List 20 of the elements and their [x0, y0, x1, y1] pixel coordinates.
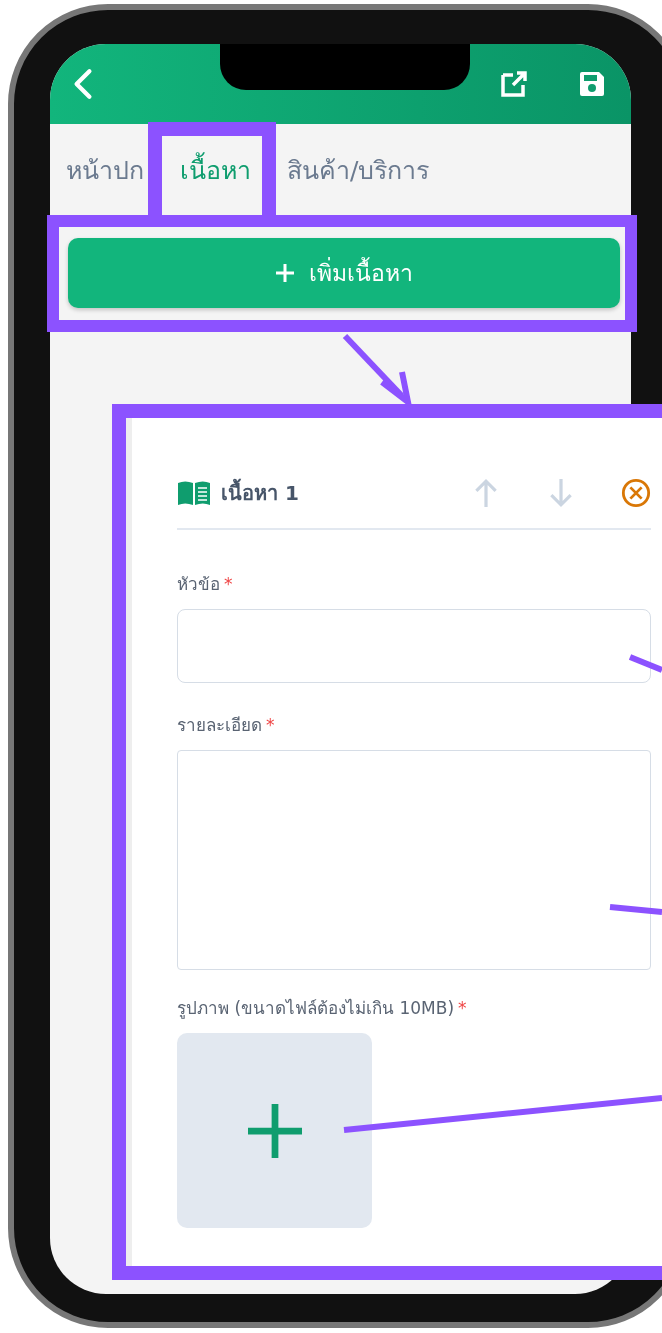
book-icon — [177, 480, 211, 506]
title-input-field[interactable] — [177, 609, 651, 683]
external-link-icon[interactable] — [499, 69, 529, 99]
close-icon[interactable] — [621, 478, 651, 508]
tab[interactable]: สินค้า/บริการ — [287, 150, 430, 220]
tab[interactable]: หน้าปก — [66, 150, 144, 220]
plus-icon — [247, 1103, 302, 1158]
field-label: หัวข้อ — [177, 574, 220, 594]
field-label: รูปภาพ (ขนาดไฟล์ต้องไม่เกิน 10MB) — [177, 998, 455, 1018]
required-mark: * — [224, 574, 233, 594]
required-mark: * — [458, 998, 467, 1018]
back-icon[interactable] — [72, 68, 94, 100]
card-title: เนื้อหา 1 — [221, 477, 299, 509]
field-label: รายละเอียด — [177, 715, 262, 735]
add-content-button[interactable]: เพิ่มเนื้อหา — [68, 238, 620, 308]
save-icon[interactable] — [577, 69, 607, 99]
plus-icon — [275, 263, 295, 283]
required-mark: * — [266, 715, 275, 735]
tab[interactable]: เนื้อหา — [180, 150, 251, 220]
image-upload-box[interactable] — [177, 1033, 372, 1228]
